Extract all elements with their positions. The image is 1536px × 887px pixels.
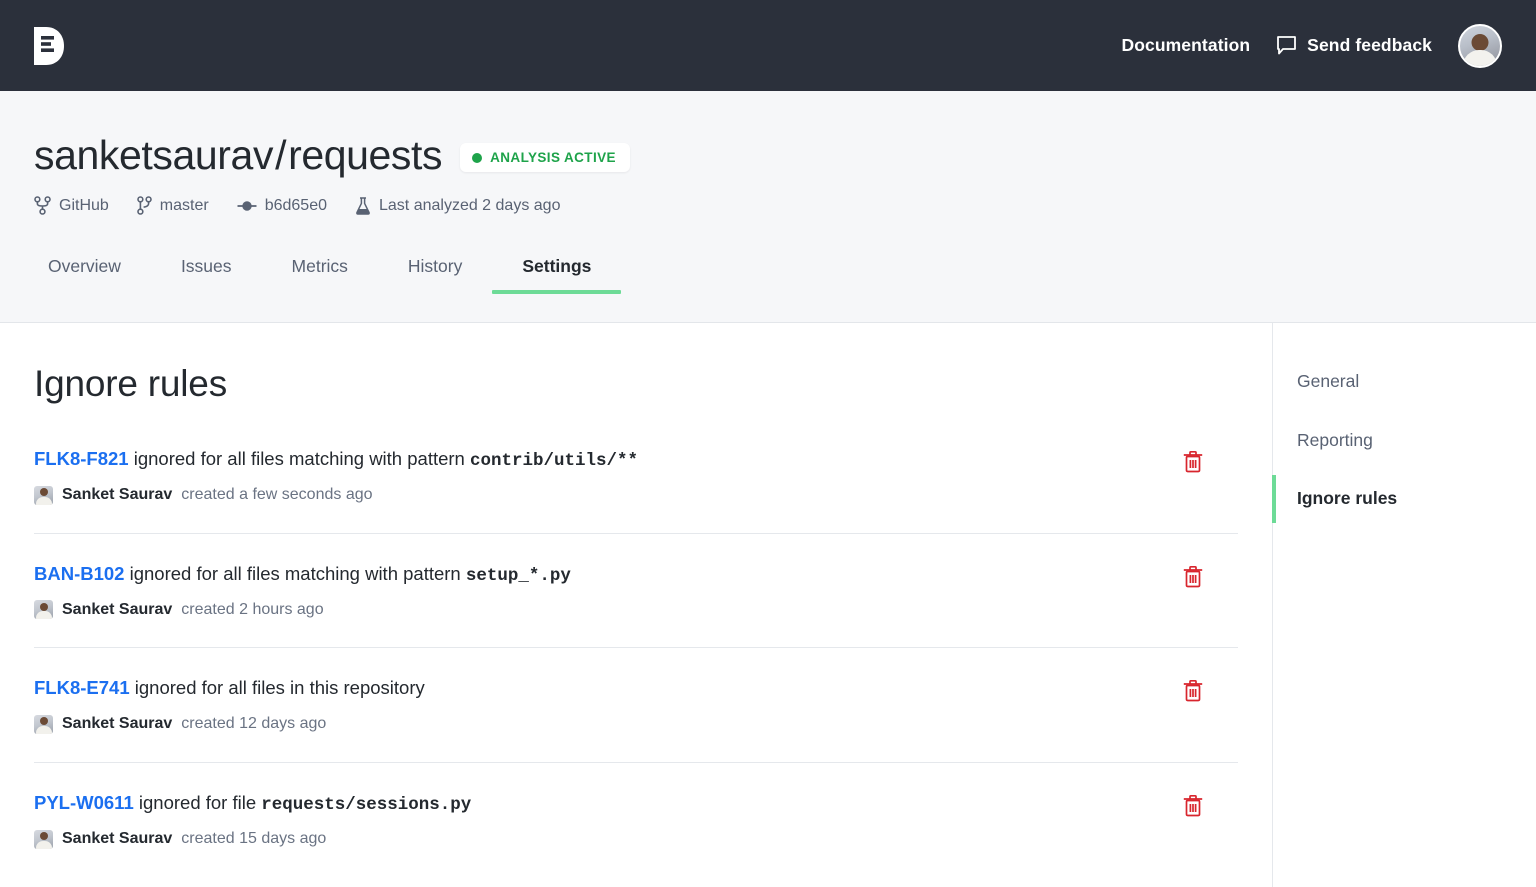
sidebar-item-reporting[interactable]: Reporting (1273, 420, 1536, 462)
delete-rule-button[interactable] (1182, 678, 1206, 704)
rule-created-time: created a few seconds ago (181, 486, 373, 504)
avatar-face (39, 717, 48, 726)
meta-last-analyzed-label: Last analyzed 2 days ago (379, 196, 561, 214)
rule-pattern: requests/sessions.py (261, 794, 472, 815)
repository-title-row: sanketsaurav/requests ANALYSIS ACTIVE (34, 135, 1502, 176)
rule-description-line: FLK8-F821 ignored for all files matching… (34, 447, 1238, 474)
repo-owner: sanketsaurav (34, 132, 274, 178)
page-title: sanketsaurav/requests (34, 132, 443, 178)
commit-icon (237, 200, 257, 211)
settings-ignore-rules-page: Documentation Send feedback sanketsaurav… (0, 0, 1536, 887)
deepsource-logo (34, 26, 64, 65)
avatar-body (1463, 49, 1497, 66)
status-dot-icon (472, 152, 483, 163)
documentation-link[interactable]: Documentation (1122, 35, 1251, 56)
delete-rule-button[interactable] (1182, 793, 1206, 819)
tab-settings[interactable]: Settings (492, 256, 622, 294)
meta-last-analyzed: Last analyzed 2 days ago (355, 197, 560, 215)
rule-author-name: Sanket Saurav (62, 830, 173, 847)
tab-issues[interactable]: Issues (151, 256, 262, 293)
author-avatar (34, 829, 53, 849)
tab-overview[interactable]: Overview (34, 256, 151, 293)
rule-description-line: BAN-B102 ignored for all files matching … (34, 562, 1238, 589)
avatar-face (39, 602, 48, 611)
ignore-rule-row: PYL-W0611 ignored for file requests/sess… (34, 791, 1238, 877)
speech-bubble-icon (1277, 36, 1297, 55)
rule-author-line: Sanket Saurav created 15 days ago (34, 829, 1238, 849)
meta-branch-label: master (159, 196, 209, 214)
trash-icon (1183, 450, 1203, 473)
rule-author-name: Sanket Saurav (62, 486, 173, 504)
rule-description-text: ignored for all files matching with patt… (133, 448, 465, 469)
ignore-rule-row: FLK8-F821 ignored for all files matching… (34, 447, 1238, 534)
repository-meta-row: GitHub master b6d65e0 Last analyzed 2 da… (34, 196, 1502, 215)
avatar-body (35, 496, 52, 505)
rule-created-time: created 15 days ago (181, 830, 327, 847)
top-navigation-bar: Documentation Send feedback (0, 0, 1536, 91)
avatar-face (1471, 33, 1489, 51)
rule-description-text: ignored for all files in this repository (134, 677, 425, 699)
ignore-rule-row: BAN-B102 ignored for all files matching … (34, 562, 1238, 649)
rule-pattern: setup_*.py (465, 565, 571, 586)
rule-description-text: ignored for all files matching with patt… (129, 562, 461, 584)
trash-icon (1183, 794, 1203, 817)
sidebar-item-ignore-rules[interactable]: Ignore rules (1272, 475, 1536, 522)
avatar-face (39, 831, 48, 840)
repo-name: requests (288, 132, 443, 178)
trash-icon (1183, 565, 1203, 587)
author-avatar (34, 485, 53, 505)
rule-author-line: Sanket Saurav created 2 hours ago (34, 600, 1238, 620)
issue-code-link[interactable]: FLK8-F821 (34, 448, 129, 469)
rule-description-line: PYL-W0611 ignored for file requests/sess… (34, 791, 1238, 818)
send-feedback-button[interactable]: Send feedback (1276, 35, 1432, 56)
repository-tabs: Overview Issues Metrics History Settings (34, 237, 1502, 294)
meta-commit-label: b6d65e0 (264, 196, 327, 214)
rule-pattern: contrib/utils/** (469, 451, 639, 471)
rule-description-line: FLK8-E741 ignored for all files in this … (34, 676, 1238, 703)
top-nav-right-group: Documentation Send feedback (1122, 23, 1502, 68)
repository-header: sanketsaurav/requests ANALYSIS ACTIVE Gi… (0, 91, 1536, 323)
avatar-face (39, 487, 48, 496)
rule-author-line: Sanket Saurav created a few seconds ago (34, 485, 1238, 505)
status-badge: ANALYSIS ACTIVE (460, 143, 630, 172)
issue-code-link[interactable]: FLK8-E741 (34, 677, 130, 698)
deepsource-logo-link[interactable] (34, 26, 64, 65)
issue-code-link[interactable]: BAN-B102 (34, 563, 124, 584)
user-avatar[interactable] (1458, 23, 1502, 68)
avatar-body (35, 840, 52, 849)
branch-icon (136, 196, 152, 215)
rule-author-name: Sanket Saurav (62, 600, 173, 618)
trash-icon (1183, 680, 1203, 702)
fork-icon (34, 196, 51, 215)
meta-provider[interactable]: GitHub (34, 196, 109, 215)
rule-created-time: created 2 hours ago (181, 600, 324, 618)
avatar-body (35, 725, 52, 734)
rule-author-name: Sanket Saurav (62, 715, 173, 733)
rule-description-text: ignored for file (138, 791, 257, 813)
rule-author-line: Sanket Saurav created 12 days ago (34, 714, 1238, 734)
tab-history[interactable]: History (378, 256, 492, 293)
send-feedback-label: Send feedback (1307, 35, 1432, 55)
flask-icon (356, 196, 370, 215)
repo-separator: / (275, 132, 287, 178)
meta-commit[interactable]: b6d65e0 (237, 197, 327, 215)
issue-code-link[interactable]: PYL-W0611 (34, 792, 134, 813)
section-heading: Ignore rules (34, 363, 227, 404)
ignore-rules-panel: Ignore rules FLK8-F821 ignored for all f… (0, 323, 1272, 887)
meta-provider-label: GitHub (59, 196, 109, 214)
tab-metrics[interactable]: Metrics (262, 256, 378, 293)
delete-rule-button[interactable] (1182, 564, 1206, 590)
author-avatar (34, 600, 53, 620)
settings-sidebar: General Reporting Ignore rules (1272, 323, 1536, 887)
avatar-body (35, 611, 52, 620)
status-badge-label: ANALYSIS ACTIVE (490, 150, 616, 165)
meta-branch[interactable]: master (136, 196, 209, 215)
settings-body: Ignore rules FLK8-F821 ignored for all f… (0, 323, 1536, 887)
author-avatar (34, 714, 53, 734)
ignore-rule-row: FLK8-E741 ignored for all files in this … (34, 676, 1238, 763)
delete-rule-button[interactable] (1182, 449, 1206, 475)
sidebar-item-general[interactable]: General (1273, 361, 1536, 403)
rule-created-time: created 12 days ago (181, 715, 327, 733)
